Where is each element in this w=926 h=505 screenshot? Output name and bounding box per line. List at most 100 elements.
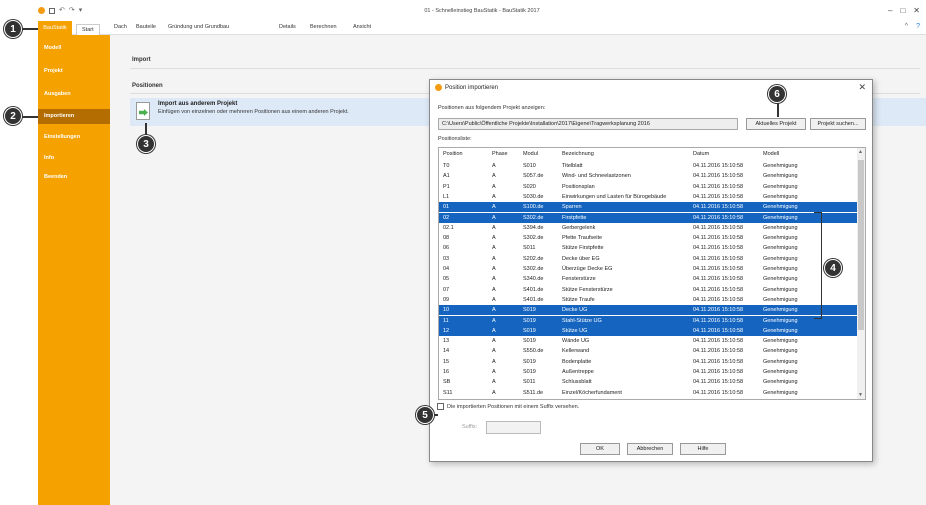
list-item[interactable]: 15 A S019 Bodenplatte 04.11.2016 15:10:58 Gen… xyxy=(439,357,859,367)
list-item[interactable]: 01 A S100.de Sparren 04.11.2016 15:10:58 Gene… xyxy=(439,202,859,213)
column-header[interactable]: Bezeichnung xyxy=(562,151,594,157)
cell-modul: S019 xyxy=(523,327,536,334)
cell-modul: S352.de xyxy=(523,398,544,399)
list-item[interactable]: 03 A S202.de Decke über EG 04.11.2016 15:10:… xyxy=(439,254,859,264)
list-item[interactable]: 10 A S019 Decke UG 04.11.2016 15:10:58 Genehm… xyxy=(439,305,859,316)
sidebar-item-beenden[interactable]: Beenden xyxy=(44,174,67,180)
cell-datum: 04.11.2016 15:10:58 xyxy=(693,338,744,345)
cell-datum: 04.11.2016 15:10:58 xyxy=(693,204,744,211)
callout-badge-5: 5 xyxy=(416,406,434,424)
column-header[interactable]: Phase xyxy=(492,151,508,157)
cell-phase: A xyxy=(492,193,496,200)
list-item[interactable]: 02.1 A S394.de Gerbergelenk 04.11.2016 15:10… xyxy=(439,223,859,233)
suffix-input[interactable] xyxy=(486,421,541,434)
cell-modell: Genehmigung xyxy=(763,214,798,221)
dialog-close-button[interactable]: ✕ xyxy=(858,82,866,93)
collapse-ribbon-icon[interactable]: ^ xyxy=(905,23,908,30)
suffix-label: Suffix: xyxy=(462,424,478,430)
list-item[interactable]: A1 A S057.de Wind- und Schneelastzonen 04.11… xyxy=(439,171,859,181)
cell-pos: 02 xyxy=(443,214,450,221)
scroll-down-icon[interactable]: ▼ xyxy=(858,392,863,398)
cell-phase: A xyxy=(492,163,496,169)
positions-heading: Positionen xyxy=(132,83,163,89)
list-item[interactable]: 04 A S302.de Überzüge Decke EG 04.11.2016 15… xyxy=(439,264,859,274)
cell-bez: Einzel/Köcherfundament xyxy=(562,389,622,396)
vertical-scrollbar[interactable]: ▲ ▼ xyxy=(857,148,865,399)
list-item[interactable]: 11 A S019 Stahl-Stütze UG 04.11.2016 15:10:5… xyxy=(439,315,859,326)
cell-datum: 04.11.2016 15:10:58 xyxy=(693,379,744,386)
cell-datum: 04.11.2016 15:10:58 xyxy=(693,214,744,221)
cell-pos: 09 xyxy=(443,296,450,303)
list-item[interactable]: P1 A S020 Positionsplan 04.11.2016 15:10:58 G… xyxy=(439,182,859,192)
cancel-button[interactable]: Abbrechen xyxy=(627,443,673,455)
list-item[interactable]: 08 A S302.de Pfette Traufseite 04.11.2016 15… xyxy=(439,233,859,243)
column-header[interactable]: Datum xyxy=(693,151,709,157)
sidebar-item-modell[interactable]: Modell xyxy=(44,45,61,51)
list-item[interactable]: 02 A S302.de Firstpfette 04.11.2016 15:10:58… xyxy=(439,212,859,223)
cell-bez: Stütze Traufe xyxy=(562,296,595,303)
sidebar-item-projekt[interactable]: Projekt xyxy=(44,68,63,74)
help-icon[interactable]: ? xyxy=(916,23,920,30)
cell-modul: S057.de xyxy=(523,173,544,180)
column-header[interactable]: Position xyxy=(443,151,463,157)
cell-modul: S401.de xyxy=(523,296,544,303)
list-item[interactable]: T0 A S010 Titelblatt 04.11.2016 15:10:58 Gene… xyxy=(439,161,859,171)
list-item[interactable]: S11 A S511.de Einzel/Köcherfundament 04.11.2… xyxy=(439,388,859,398)
tab-baustatik[interactable]: BauStatik xyxy=(38,21,72,35)
list-item[interactable]: 09 A S401.de Stütze Traufe 04.11.2016 15:10:… xyxy=(439,295,859,305)
cell-modell: Genehmigung xyxy=(763,255,798,262)
maximize-button[interactable]: □ xyxy=(900,7,905,15)
current-project-button[interactable]: Aktuelles Projekt xyxy=(746,118,806,130)
list-item[interactable]: L1 A S030.de Einwirkungen und Lasten für Bü… xyxy=(439,192,859,202)
tab-ansicht[interactable]: Ansicht xyxy=(353,24,371,30)
project-path-field[interactable]: C:\Users\Public\Öffentliche Projekte\Ins… xyxy=(438,118,738,130)
list-item[interactable]: 13 A S019 Wände UG 04.11.2016 15:10:58 Genehm… xyxy=(439,336,859,346)
tab-dach[interactable]: Dach xyxy=(114,24,127,30)
list-item[interactable]: 14 A S550.de Kellerwand 04.11.2016 15:10:58 G… xyxy=(439,346,859,356)
column-header[interactable]: Modul xyxy=(523,151,538,157)
suffix-checkbox[interactable] xyxy=(437,403,444,410)
ok-button[interactable]: OK xyxy=(580,443,620,455)
list-item[interactable]: 16 A S019 Außentreppe 04.11.2016 15:10:58 Gen… xyxy=(439,367,859,377)
sidebar-item-info[interactable]: Info xyxy=(44,155,54,161)
cell-bez: Pfette Traufseite xyxy=(562,235,603,242)
list-item[interactable]: 05 A S340.de Fensterstürze 04.11.2016 15:10:… xyxy=(439,274,859,284)
callout-badge-3: 3 xyxy=(137,135,155,153)
cell-pos: 04 xyxy=(443,266,450,272)
cell-modell: Genehmigung xyxy=(763,379,798,386)
close-button[interactable]: ✕ xyxy=(913,7,920,15)
selection-bracket xyxy=(814,212,822,319)
list-item[interactable]: 06 A S011 Stütze Firstpfette 04.11.2016 15:1… xyxy=(439,243,859,253)
tab-start[interactable]: Start xyxy=(76,24,100,35)
minimize-button[interactable]: – xyxy=(888,7,892,15)
cell-modell: Genehmigung xyxy=(763,369,798,375)
sidebar-item-einstellungen[interactable]: Einstellungen xyxy=(44,134,80,140)
tab-bauteile[interactable]: Bauteile xyxy=(136,24,156,30)
search-project-button[interactable]: Projekt suchen... xyxy=(810,118,866,130)
cell-pos: 08 xyxy=(443,235,450,242)
tab-details[interactable]: Details xyxy=(279,24,296,30)
cell-bez: Einwirkungen und Lasten für Bürogebäude xyxy=(562,193,667,200)
help-button[interactable]: Hilfe xyxy=(680,443,726,455)
list-item[interactable]: 07 A S401.de Stütze Fensterstürze 04.11.2016… xyxy=(439,285,859,295)
cell-phase: A xyxy=(492,317,496,324)
cell-pos: 01 xyxy=(443,204,450,211)
sidebar-item-importieren[interactable]: Importieren xyxy=(38,109,110,124)
tab-berechnen[interactable]: Berechnen xyxy=(310,24,337,30)
cell-modell: Genehmigung xyxy=(763,317,798,324)
tab-gruendung[interactable]: Gründung und Grundbau xyxy=(168,24,229,30)
list-item[interactable]: 12 A S019 Stütze UG 04.11.2016 15:10:58 Geneh… xyxy=(439,325,859,336)
cell-modell: Genehmigung xyxy=(763,235,798,242)
list-item[interactable]: SB A S011 Schlussblatt 04.11.2016 15:10:58 Ge… xyxy=(439,377,859,387)
sidebar-item-ausgaben[interactable]: Ausgaben xyxy=(44,91,71,97)
scroll-up-icon[interactable]: ▲ xyxy=(858,149,863,155)
cell-modell: Genehmigung xyxy=(763,338,798,345)
cell-datum: 04.11.2016 15:10:58 xyxy=(693,398,743,399)
column-header[interactable]: Modell xyxy=(763,151,779,157)
cell-bez: Stütze Firstpfette xyxy=(562,245,604,252)
cell-pos: 10 xyxy=(443,307,450,314)
cell-modul: S550.de xyxy=(523,348,544,355)
scrollbar-thumb[interactable] xyxy=(858,160,864,330)
cell-modul: S302.de xyxy=(523,235,544,242)
list-item[interactable]: 252 A S352.de Holz-Balken mit Holz-Verstärk… xyxy=(439,398,859,399)
